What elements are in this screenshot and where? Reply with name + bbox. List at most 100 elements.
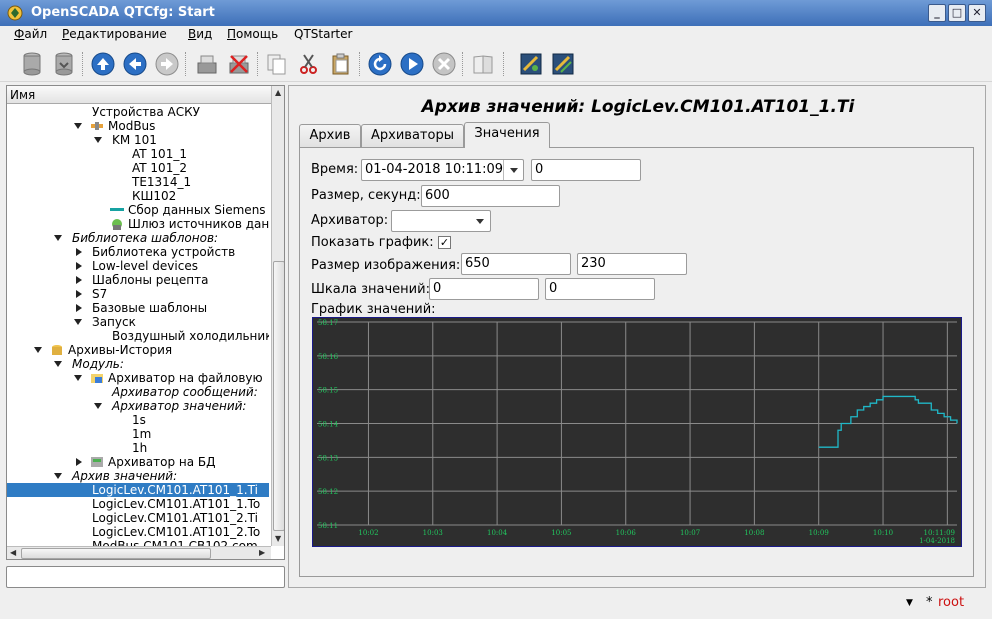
chevron-down-icon[interactable]: [503, 160, 523, 180]
image-height-input[interactable]: 230: [577, 253, 687, 275]
content-panel: Архив значений: LogicLev.CM101.AT101_1.T…: [288, 85, 986, 588]
tree-item[interactable]: LogicLev.CM101.AT101_1.Ti: [7, 483, 269, 497]
tab-values[interactable]: Значения: [464, 122, 550, 148]
collapse-arrow-icon[interactable]: [76, 290, 82, 298]
tab-archive[interactable]: Архив: [299, 124, 361, 148]
menu-edit[interactable]: Редактирование: [62, 27, 167, 41]
window-titlebar[interactable]: OpenSCADA QTCfg: Start _ □ ✕: [0, 0, 992, 26]
collapse-arrow-icon[interactable]: [76, 248, 82, 256]
chevron-down-icon[interactable]: [470, 211, 490, 231]
tree-horizontal-scrollbar[interactable]: ◀ ▶: [7, 546, 271, 559]
show-graph-label: Показать график:: [311, 235, 434, 250]
menu-accel: П: [227, 27, 237, 41]
module-2-icon[interactable]: [549, 50, 577, 78]
start-icon[interactable]: [398, 50, 426, 78]
x-tick-label: 10:08: [744, 529, 764, 537]
db-save-icon[interactable]: [50, 50, 78, 78]
graph-background: [312, 317, 962, 547]
refresh-icon[interactable]: [366, 50, 394, 78]
stop-icon[interactable]: [430, 50, 458, 78]
scrollbar-thumb[interactable]: [273, 261, 284, 531]
expand-arrow-icon[interactable]: [74, 375, 82, 381]
collapse-arrow-icon[interactable]: [76, 276, 82, 284]
module-1-icon[interactable]: [517, 50, 545, 78]
manual-icon[interactable]: [469, 50, 497, 78]
show-graph-checkbox[interactable]: ✓: [438, 236, 451, 249]
expand-arrow-icon[interactable]: [94, 403, 102, 409]
item-path-input[interactable]: [6, 566, 285, 588]
collapse-arrow-icon[interactable]: [76, 458, 82, 466]
scroll-right-arrow-icon[interactable]: ▶: [259, 548, 265, 557]
expand-arrow-icon[interactable]: [74, 319, 82, 325]
close-button[interactable]: ✕: [968, 4, 986, 22]
add-item-icon[interactable]: [193, 50, 221, 78]
tree-item-label: Запуск: [92, 315, 136, 329]
status-user[interactable]: root: [938, 595, 964, 610]
x-tick-label: 10:10: [873, 529, 893, 537]
toolbar: [0, 46, 992, 82]
expand-arrow-icon[interactable]: [34, 347, 42, 353]
tree-item-label: Библиотека устройств: [92, 245, 236, 259]
tree-item-label: Low-level devices: [92, 259, 198, 273]
menu-label: омощь: [236, 27, 279, 41]
expand-arrow-icon[interactable]: [94, 137, 102, 143]
object-tree[interactable]: Имя Устройства АСКУ ModBus KM 101 AT 101_1 A…: [6, 85, 285, 560]
page-title: Архив значений: LogicLev.CM101.AT101_1.T…: [421, 97, 855, 117]
scrollbar-thumb[interactable]: [21, 548, 211, 559]
up-icon[interactable]: [89, 50, 117, 78]
y-tick-label: 58.13: [318, 454, 338, 462]
scale-min-input[interactable]: 0: [429, 278, 539, 300]
delete-item-icon[interactable]: [225, 50, 253, 78]
tree-item-label: Архиватор значений:: [112, 399, 247, 413]
menu-view[interactable]: Вид: [188, 27, 212, 41]
tree-item-label: KM 101: [112, 133, 157, 147]
x-tick-label: 10:06: [616, 529, 637, 537]
minimize-button[interactable]: _: [928, 4, 946, 22]
time-value: 01-04-2018 10:11:09: [365, 162, 504, 177]
chevron-down-icon[interactable]: ▼: [906, 598, 913, 608]
collapse-arrow-icon[interactable]: [76, 304, 82, 312]
maximize-button[interactable]: □: [948, 4, 966, 22]
tree-item-label: TE1314_1: [132, 175, 192, 189]
tab-archivers[interactable]: Архиваторы: [361, 124, 464, 148]
expand-arrow-icon[interactable]: [54, 361, 62, 367]
collapse-arrow-icon[interactable]: [76, 262, 82, 270]
archiver-select[interactable]: [391, 210, 491, 232]
tree-vertical-scrollbar[interactable]: ▲ ▼: [271, 86, 284, 546]
expand-arrow-icon[interactable]: [74, 123, 82, 129]
db-load-icon[interactable]: [18, 50, 46, 78]
window-title: OpenSCADA QTCfg: Start: [31, 5, 215, 20]
scroll-up-arrow-icon[interactable]: ▲: [275, 88, 281, 97]
tree-item-label: 1h: [132, 441, 148, 455]
y-tick-label: 58.11: [318, 522, 338, 530]
time-usec-input[interactable]: 0: [531, 159, 641, 181]
menu-qtstarter[interactable]: QTStarter: [294, 27, 352, 41]
size-seconds-input[interactable]: 600: [421, 185, 560, 207]
forward-icon[interactable]: [153, 50, 181, 78]
tree-item-label: AT 101_1: [132, 147, 187, 161]
tree-header[interactable]: Имя: [7, 86, 271, 104]
tree-item-label: LogicLev.CM101.AT101_1.Ti: [92, 483, 258, 497]
scroll-down-arrow-icon[interactable]: ▼: [275, 534, 281, 543]
tree-item-label: ModBus: [108, 119, 156, 133]
cut-icon[interactable]: [295, 50, 323, 78]
x-tick-label: 10:11:09: [924, 529, 955, 537]
expand-arrow-icon[interactable]: [54, 235, 62, 241]
menu-help[interactable]: Помощь: [227, 27, 278, 41]
scale-max-input[interactable]: 0: [545, 278, 655, 300]
x-date-label: 1-04-2018: [919, 537, 955, 545]
copy-icon[interactable]: [263, 50, 291, 78]
back-icon[interactable]: [121, 50, 149, 78]
image-width-input[interactable]: 650: [461, 253, 571, 275]
menu-accel: Ф: [14, 27, 25, 41]
paste-icon[interactable]: [327, 50, 355, 78]
time-label: Время:: [311, 162, 359, 177]
menu-file[interactable]: Файл: [14, 27, 47, 41]
y-tick-label: 58.14: [318, 421, 339, 429]
expand-arrow-icon[interactable]: [54, 473, 62, 479]
scale-max-value: 0: [549, 281, 558, 296]
tree-item-label: S7: [92, 287, 108, 301]
scroll-left-arrow-icon[interactable]: ◀: [10, 548, 16, 557]
time-usec-value: 0: [535, 162, 544, 177]
time-datetime-input[interactable]: 01-04-2018 10:11:09: [361, 159, 524, 181]
